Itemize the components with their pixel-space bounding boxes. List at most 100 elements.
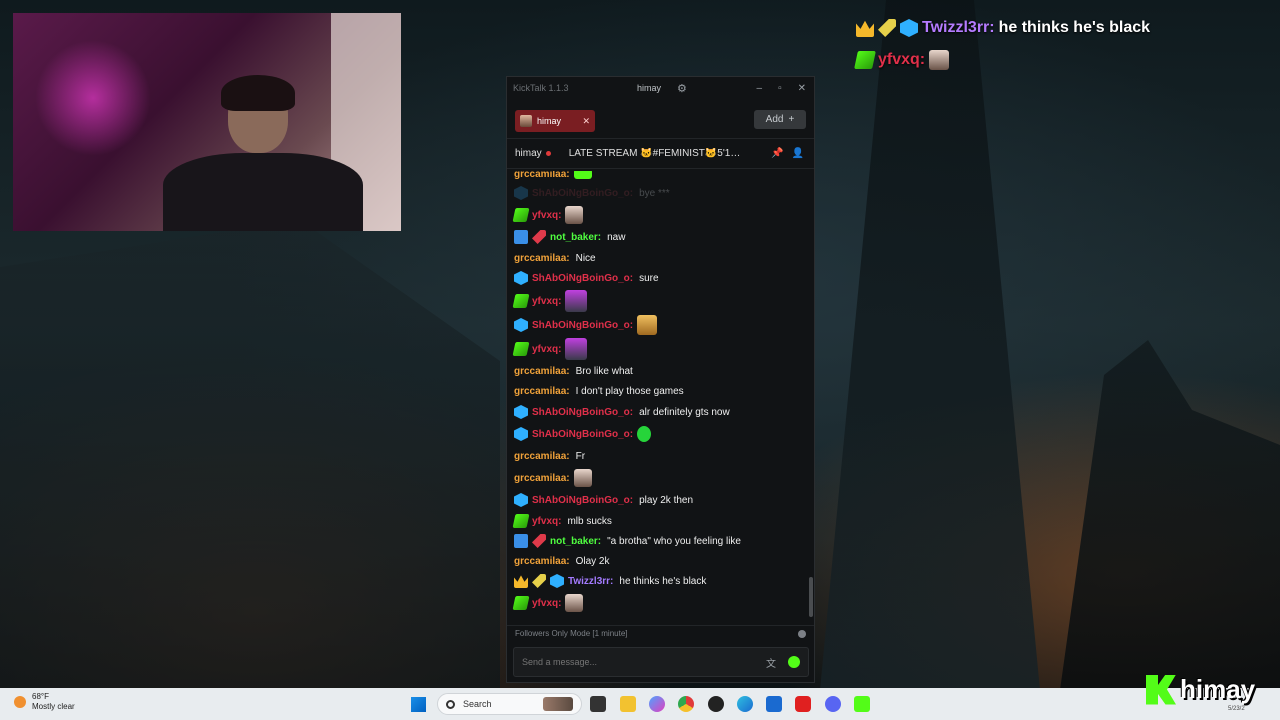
translate-icon[interactable]: 文 — [766, 655, 776, 670]
chat-username[interactable]: not_baker: — [550, 232, 601, 243]
taskbar-search[interactable]: Search — [437, 693, 582, 715]
stream-title: LATE STREAM 🐱#FEMINIST🐱5'10 ... — [568, 148, 745, 159]
chat-message: ShAbOiNgBoinGo_o: alr definitely gts now — [514, 401, 800, 423]
file-explorer-icon[interactable] — [620, 696, 636, 712]
search-label: Search — [463, 699, 492, 709]
og-badge-icon — [532, 230, 546, 244]
kick-channel-watermark: himay — [1146, 674, 1255, 705]
close-icon[interactable]: ✕ — [798, 83, 806, 94]
copilot-icon[interactable] — [649, 696, 665, 712]
chat-username[interactable]: yfvxq: — [532, 598, 561, 609]
emote-picker-icon[interactable] — [788, 656, 800, 668]
chat-message: grccamilaa: — [514, 171, 800, 181]
search-icon — [446, 699, 455, 709]
cat-emote-icon — [637, 315, 658, 335]
moderator-badge-icon — [514, 534, 528, 548]
chat-username[interactable]: not_baker: — [550, 536, 601, 547]
webcam-person-body — [163, 153, 363, 231]
user-icon[interactable]: 👤 — [792, 148, 804, 159]
chrome-icon[interactable] — [678, 696, 694, 712]
verified-badge-icon — [514, 427, 528, 441]
overlay-message-text: he thinks he's black — [998, 19, 1151, 36]
info-icon[interactable] — [798, 629, 806, 638]
wallpaper-ruins — [0, 220, 500, 690]
verified-badge-icon — [514, 405, 528, 419]
chat-username[interactable]: grccamilaa: — [514, 556, 570, 567]
chat-message-text: sure — [639, 272, 659, 284]
chat-username[interactable]: ShAbOiNgBoinGo_o: — [532, 273, 633, 284]
chat-username[interactable]: grccamilaa: — [514, 171, 570, 180]
edge-icon[interactable] — [737, 696, 753, 712]
verified-badge-icon — [514, 186, 528, 200]
followers-mode-bar: Followers Only Mode [1 minute] — [507, 625, 814, 641]
chat-message: yfvxq: — [512, 591, 800, 615]
webcam-feed — [13, 13, 401, 231]
chat-messages: grccamilaa: ShAbOiNgBoinGo_o: bye *** yf… — [507, 171, 807, 619]
stream-channel-name[interactable]: himay — [515, 148, 542, 159]
minimize-icon[interactable]: – — [757, 83, 763, 94]
subscriber-badge-icon — [512, 514, 530, 528]
chat-username[interactable]: yfvxq: — [532, 296, 561, 307]
overlay-chat-line: Twizzl3rr: he thinks he's black — [856, 12, 1276, 44]
chat-message-text: Bro like what — [575, 365, 633, 377]
weather-widget[interactable]: 68°F Mostly clear — [14, 692, 75, 712]
channel-tabs: himay ✕ Add + — [507, 99, 814, 139]
followers-mode-text: Followers Only Mode [1 minute] — [515, 629, 628, 638]
chat-message: ShAbOiNgBoinGo_o: — [514, 423, 800, 445]
chat-username[interactable]: grccamilaa: — [514, 253, 570, 264]
chat-message: grccamilaa: Nice — [514, 249, 800, 267]
windows-start-icon[interactable] — [411, 697, 426, 712]
chat-username[interactable]: yfvxq: — [532, 516, 561, 527]
channel-tab-label: himay — [537, 116, 562, 126]
tab-close-icon[interactable]: ✕ — [582, 116, 590, 127]
chat-username[interactable]: grccamilaa: — [514, 473, 570, 484]
verified-badge-icon — [514, 493, 528, 507]
subscriber-badge-icon — [512, 208, 530, 222]
chat-message: ShAbOiNgBoinGo_o: bye *** — [514, 181, 800, 205]
titlebar-channel: himay — [637, 83, 662, 93]
chat-username[interactable]: Twizzl3rr: — [568, 576, 613, 587]
chat-username[interactable]: ShAbOiNgBoinGo_o: — [532, 429, 633, 440]
chat-message: yfvxq: — [512, 289, 800, 313]
chat-username[interactable]: grccamilaa: — [514, 451, 570, 462]
chat-username[interactable]: yfvxq: — [532, 344, 561, 355]
webcam-person-hair — [221, 75, 295, 111]
channel-tab-himay[interactable]: himay ✕ — [515, 110, 595, 132]
chat-username[interactable]: ShAbOiNgBoinGo_o: — [532, 320, 633, 331]
settings-gear-icon[interactable]: ⚙ — [677, 82, 687, 95]
chat-scrollbar[interactable] — [809, 577, 813, 617]
chat-username[interactable]: ShAbOiNgBoinGo_o: — [532, 188, 633, 199]
chat-message-text: Nice — [575, 252, 596, 264]
chat-username[interactable]: yfvxq: — [532, 210, 561, 221]
pin-icon[interactable]: 📌 — [771, 148, 783, 159]
chat-username[interactable]: grccamilaa: — [514, 366, 570, 377]
chat-message-text: mlb sucks — [567, 515, 612, 527]
maximize-icon[interactable]: ▫ — [778, 83, 782, 94]
chat-username[interactable]: ShAbOiNgBoinGo_o: — [532, 407, 633, 418]
computer-emote-icon — [565, 290, 588, 312]
face-emote-icon — [565, 206, 584, 224]
task-view-icon[interactable] — [590, 696, 606, 712]
kick-icon[interactable] — [854, 696, 870, 712]
chat-message-text: alr definitely gts now — [639, 406, 730, 418]
app-title: KickTalk 1.1.3 — [513, 83, 569, 93]
message-input-box: 文 — [513, 647, 809, 677]
face-emote-icon — [573, 469, 592, 487]
verified-badge-icon — [514, 318, 528, 332]
chat-username[interactable]: ShAbOiNgBoinGo_o: — [532, 495, 633, 506]
overlay-username: yfvxq: — [878, 51, 926, 68]
youtube-icon[interactable] — [795, 696, 811, 712]
rocket-badge-icon — [532, 574, 546, 588]
chat-message: ShAbOiNgBoinGo_o: — [514, 313, 800, 337]
discord-icon[interactable] — [825, 696, 841, 712]
chat-message-text: bye *** — [639, 187, 670, 199]
chat-message-input[interactable] — [522, 657, 722, 667]
search-highlight-image — [543, 697, 573, 711]
obs-icon[interactable] — [708, 696, 724, 712]
add-channel-button[interactable]: Add + — [754, 110, 806, 129]
chat-username[interactable]: grccamilaa: — [514, 386, 570, 397]
store-icon[interactable] — [766, 696, 782, 712]
crown-badge-icon — [514, 575, 528, 588]
weather-condition: Mostly clear — [32, 702, 75, 711]
chat-message: yfvxq: mlb sucks — [512, 511, 800, 531]
